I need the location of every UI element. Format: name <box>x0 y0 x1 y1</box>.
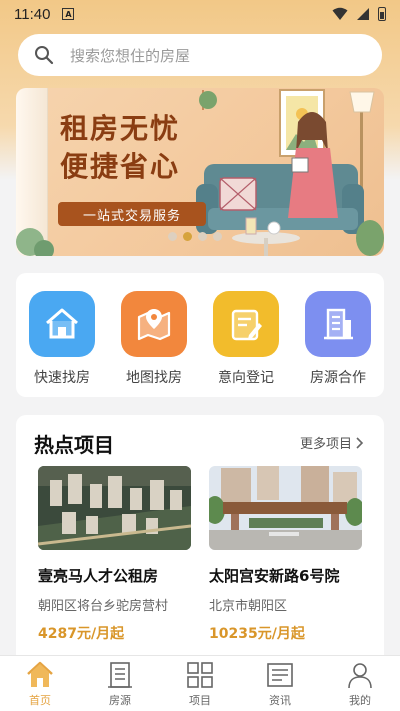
project-name: 壹亮马人才公租房 <box>38 567 159 585</box>
quick-action-label: 意向登记 <box>218 370 274 386</box>
banner-pagination <box>168 232 222 241</box>
quick-action-map-search[interactable]: 地图找房 <box>114 291 194 397</box>
status-time: 11:40 <box>14 5 51 23</box>
tab-label: 我的 <box>349 694 371 707</box>
more-projects-link[interactable]: 更多项目 <box>300 433 364 452</box>
project-card[interactable]: 太阳宫安新路6号院 北京市朝阳区 10235元/月起 <box>209 466 362 643</box>
quick-action-listing-cooperation[interactable]: 房源合作 <box>298 291 378 397</box>
tab-news[interactable]: 资讯 <box>240 656 320 711</box>
quick-action-fast-search[interactable]: 快速找房 <box>22 291 102 397</box>
banner-title: 租房无忧 便捷省心 <box>60 110 210 186</box>
search-icon <box>35 46 54 65</box>
banner-dot[interactable] <box>198 232 207 241</box>
banner-dot[interactable] <box>213 232 222 241</box>
edit-note-icon <box>213 291 279 357</box>
chevron-right-icon <box>356 436 364 449</box>
tab-label: 项目 <box>189 694 211 707</box>
tab-listings[interactable]: 房源 <box>80 656 160 711</box>
banner-title-line2: 便捷省心 <box>60 150 181 183</box>
living-room-illustration <box>196 89 384 256</box>
profile-tab-icon <box>348 663 372 689</box>
project-address: 北京市朝阳区 <box>209 599 288 614</box>
banner-dot-active[interactable] <box>183 232 192 241</box>
signal-icon <box>357 8 369 20</box>
listing-tab-icon <box>108 662 132 688</box>
tab-home[interactable]: 首页 <box>0 656 80 711</box>
battery-icon <box>378 7 386 21</box>
tab-profile[interactable]: 我的 <box>320 656 400 711</box>
plant-illustration <box>16 228 54 256</box>
tab-projects[interactable]: 项目 <box>160 656 240 711</box>
search-bar[interactable]: 搜索您想住的房屋 <box>18 34 382 76</box>
project-image <box>38 466 191 550</box>
grid-tab-icon <box>187 662 213 688</box>
project-address: 朝阳区将台乡驼房营村 <box>38 599 169 614</box>
home-tab-icon <box>27 661 53 687</box>
promo-banner[interactable]: 租房无忧 便捷省心 一站式交易服务 <box>16 88 384 256</box>
bottom-tab-bar: 首页 房源 项目 资讯 我的 <box>0 655 400 711</box>
quick-action-label: 房源合作 <box>310 370 366 386</box>
quick-action-label: 快速找房 <box>34 370 90 386</box>
search-placeholder: 搜索您想住的房屋 <box>70 46 191 65</box>
tab-label: 首页 <box>29 694 51 707</box>
project-price: 4287元/月起 <box>38 626 125 642</box>
tab-label: 房源 <box>109 694 131 707</box>
quick-actions-card: 快速找房 地图找房 意向登记 房源合作 <box>16 273 384 397</box>
status-bar: 11:40 A <box>0 0 400 28</box>
map-icon <box>121 291 187 357</box>
notification-icon: A <box>62 8 75 20</box>
wifi-icon <box>332 7 348 20</box>
home-icon <box>29 291 95 357</box>
project-image <box>209 466 362 550</box>
quick-action-label: 地图找房 <box>126 370 182 386</box>
hot-projects-section: 热点项目 更多项目 壹亮马人才公租房 朝阳区将台乡驼房营村 4287元/月起 太… <box>16 415 384 665</box>
project-card[interactable]: 壹亮马人才公租房 朝阳区将台乡驼房营村 4287元/月起 <box>38 466 191 643</box>
news-tab-icon <box>267 663 293 687</box>
more-projects-label: 更多项目 <box>299 437 352 452</box>
building-icon <box>305 291 371 357</box>
project-price: 10235元/月起 <box>209 626 305 642</box>
project-name: 太阳宫安新路6号院 <box>209 567 340 585</box>
quick-action-intent-register[interactable]: 意向登记 <box>206 291 286 397</box>
tab-label: 资讯 <box>269 694 291 707</box>
banner-dot[interactable] <box>168 232 177 241</box>
section-title: 热点项目 <box>34 433 114 457</box>
banner-title-line1: 租房无忧 <box>60 112 181 145</box>
banner-tag: 一站式交易服务 <box>58 202 206 226</box>
